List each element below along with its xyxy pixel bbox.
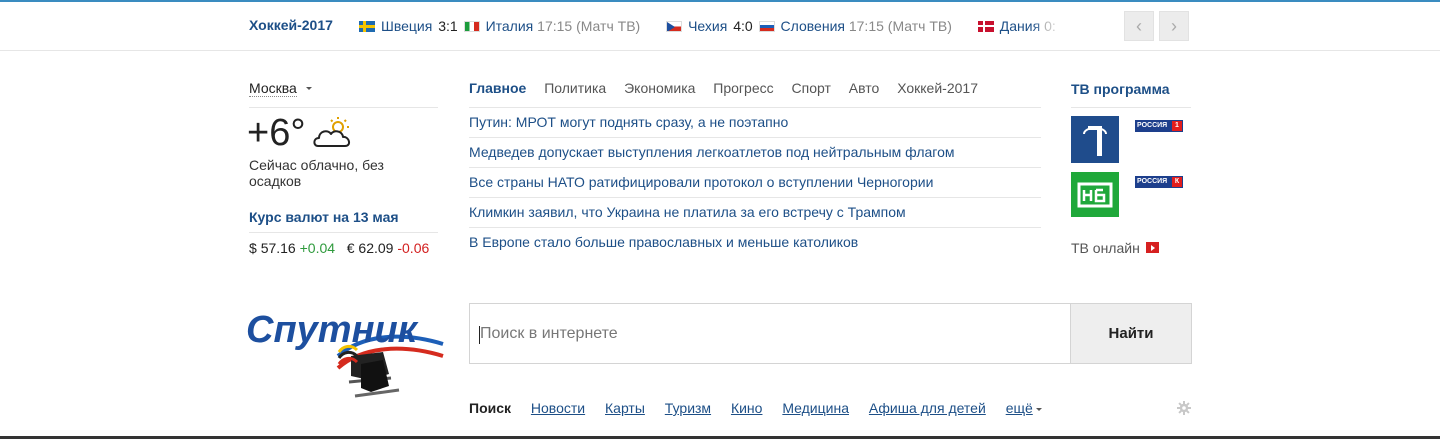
russia-k-logo[interactable]: РОССИЯ К [1135, 176, 1183, 188]
news-item[interactable]: В Европе стало больше православных и мен… [469, 227, 1041, 257]
search-input[interactable] [470, 304, 1070, 363]
services-nav: Поиск Новости Карты Туризм Кино Медицина… [469, 400, 1042, 416]
sputnik-logo[interactable]: Спутник [243, 304, 448, 406]
service-medicine[interactable]: Медицина [782, 400, 849, 416]
scores-ticker: Швеция 3:1 Италия 17:15 (Матч ТВ) Чехия … [359, 18, 1059, 38]
play-icon[interactable] [1146, 242, 1159, 253]
ntv-logo[interactable] [1071, 172, 1119, 217]
ntv-icon [1077, 182, 1113, 208]
russia-1-logo[interactable]: РОССИЯ 1 [1135, 120, 1183, 132]
team-name: Словения [780, 18, 845, 34]
match-score: 3:1 [438, 18, 458, 34]
team-name: Италия [485, 18, 534, 34]
weather-description: Сейчас облачно, без осадков [249, 157, 384, 189]
tab-sport[interactable]: Спорт [792, 80, 831, 96]
russia-k-label: РОССИЯ [1137, 178, 1168, 185]
eur-value: 62.09 [358, 240, 394, 256]
scores-next-button[interactable]: › [1159, 11, 1189, 41]
match-time: 17:15 (Матч ТВ) [537, 18, 641, 34]
usd-change: +0.04 [299, 240, 336, 256]
match-score: 4:0 [733, 18, 753, 34]
russia-1-badge: 1 [1172, 121, 1182, 131]
tv-online-link[interactable]: ТВ онлайн [1071, 240, 1140, 256]
search-box [469, 303, 1071, 364]
news-item[interactable]: Все страны НАТО ратифицировали протокол … [469, 167, 1041, 197]
service-kids-events[interactable]: Афиша для детей [869, 400, 986, 416]
usd-symbol: $ [249, 240, 257, 256]
match-item[interactable]: Швеция 3:1 Италия 17:15 (Матч ТВ) [359, 18, 640, 34]
usd-value: 57.16 [260, 240, 296, 256]
tab-main[interactable]: Главное [469, 80, 526, 96]
scores-title-link[interactable]: Хоккей-2017 [249, 17, 333, 33]
service-news[interactable]: Новости [531, 400, 585, 416]
tab-politics[interactable]: Политика [544, 80, 606, 96]
news-item[interactable]: Медведев допускает выступления легкоатле… [469, 137, 1041, 167]
logo-text: Спутник [246, 309, 419, 351]
exchange-rates: $ 57.16 +0.04 € 62.09 -0.06 [249, 240, 429, 256]
eur-symbol: € [346, 240, 355, 256]
news-item[interactable]: Путин: МРОТ могут поднять сразу, а не по… [469, 107, 1041, 137]
team-name: Чехия [688, 18, 728, 34]
text-caret [479, 326, 480, 344]
tab-hockey[interactable]: Хоккей-2017 [897, 80, 978, 96]
eur-change: -0.06 [397, 240, 430, 256]
service-more[interactable]: ещё [1006, 400, 1033, 416]
news-tabs: Главное Политика Экономика Прогресс Спор… [469, 80, 992, 96]
slovenia-flag-icon [758, 21, 775, 32]
tab-auto[interactable]: Авто [849, 80, 880, 96]
cloudy-sun-icon [313, 117, 351, 147]
chevron-down-icon [1035, 407, 1042, 411]
channel-one-icon [1083, 126, 1107, 156]
channel-one-logo[interactable] [1071, 116, 1119, 163]
tab-progress[interactable]: Прогресс [713, 80, 773, 96]
tab-economy[interactable]: Экономика [624, 80, 695, 96]
sweden-flag-icon [359, 21, 375, 32]
russia-k-badge: К [1172, 177, 1182, 187]
service-maps[interactable]: Карты [605, 400, 645, 416]
gear-icon[interactable] [1177, 401, 1191, 415]
team-name: Швеция [381, 18, 433, 34]
match-time: 17:15 (Матч ТВ) [848, 18, 952, 34]
news-item[interactable]: Климкин заявил, что Украина не платила з… [469, 197, 1041, 227]
news-list: Путин: МРОТ могут поднять сразу, а не по… [469, 107, 1041, 257]
divider [1071, 107, 1191, 108]
match-item[interactable]: Чехия 4:0 Словения 17:15 (Матч ТВ) [666, 18, 952, 34]
czech-flag-icon [666, 21, 683, 32]
scores-prev-button[interactable]: ‹ [1124, 11, 1154, 41]
search-button[interactable]: Найти [1070, 303, 1192, 364]
exchange-rates-title[interactable]: Курс валют на 13 мая [249, 209, 399, 225]
tv-program-title[interactable]: ТВ программа [1071, 81, 1170, 97]
scores-bar: Хоккей-2017 Швеция 3:1 Италия 17:15 (Мат… [0, 2, 1440, 51]
chevron-down-icon [306, 87, 312, 90]
divider [249, 232, 438, 233]
divider [249, 107, 438, 108]
denmark-flag-icon [977, 21, 994, 32]
service-tourism[interactable]: Туризм [665, 400, 711, 416]
ticker-fade [1030, 12, 1070, 44]
italy-flag-icon [463, 21, 480, 32]
city-selector[interactable]: Москва [249, 80, 297, 97]
service-cinema[interactable]: Кино [731, 400, 763, 416]
service-search[interactable]: Поиск [469, 400, 511, 416]
skates-icon [337, 344, 400, 398]
temperature[interactable]: +6° [247, 112, 306, 155]
russia-1-label: РОССИЯ [1137, 122, 1168, 129]
